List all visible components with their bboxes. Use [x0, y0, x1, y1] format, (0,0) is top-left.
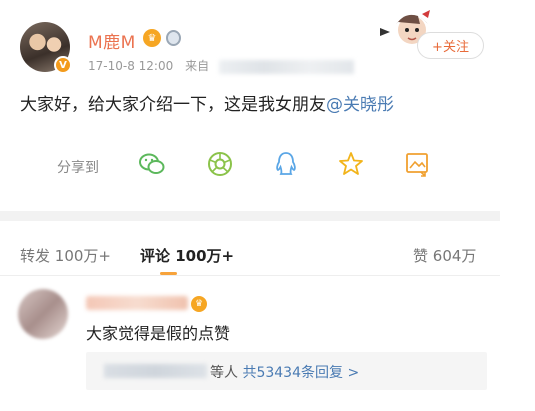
tab-likes[interactable]: 赞 604万 — [413, 245, 476, 266]
source-prefix: 来自 — [185, 59, 210, 73]
replies-summary: 等人 共53434条回复 > — [210, 362, 359, 382]
qq-icon[interactable] — [272, 150, 300, 178]
qzone-icon[interactable] — [337, 150, 365, 178]
tabs-divider — [0, 275, 500, 276]
crown-icon: ♛ — [143, 29, 161, 47]
blurred-commenter-name — [86, 296, 188, 310]
tab-count: 100万+ — [54, 247, 111, 265]
commenter-avatar[interactable] — [18, 289, 68, 339]
follow-button[interactable]: +关注 — [417, 32, 484, 59]
reply-suffix: 等人 — [210, 365, 238, 381]
post-date: 17-10-8 12:00 — [88, 59, 174, 73]
wechat-icon[interactable] — [138, 150, 166, 178]
tab-label: 评论 — [140, 247, 171, 265]
verified-badge: V — [54, 56, 72, 74]
section-divider — [0, 211, 500, 221]
replies-preview[interactable]: 等人 共53434条回复 > — [86, 352, 487, 390]
moments-icon[interactable] — [206, 150, 234, 178]
tab-comments[interactable]: 评论 100万+ — [140, 245, 234, 266]
interaction-tabs: 转发 100万+ 评论 100万+ 赞 604万 — [0, 232, 500, 275]
reply-count-link[interactable]: 共53434条回复 > — [242, 365, 359, 381]
screenshot-icon[interactable] — [403, 150, 431, 178]
tab-reposts[interactable]: 转发 100万+ — [20, 245, 111, 266]
medal-icon — [166, 30, 181, 46]
tab-count: 604万 — [432, 247, 477, 265]
post-text: 大家好，给大家介绍一下，这是我女朋友 — [20, 95, 326, 115]
weibo-post: V M鹿M ♛ 17-10-8 12:00 来自 +关注 大家好，给大家介绍一下… — [0, 0, 500, 210]
tab-label: 赞 — [413, 247, 429, 265]
post-content: 大家好，给大家介绍一下，这是我女朋友@关晓彤 — [20, 90, 394, 115]
comment-text: 大家觉得是假的点赞 — [86, 324, 231, 343]
blurred-source — [218, 59, 354, 74]
username[interactable]: M鹿M — [88, 28, 136, 53]
mention-link[interactable]: @关晓彤 — [326, 95, 394, 115]
blurred-replier-names — [104, 364, 207, 378]
crown-icon: ♛ — [191, 296, 207, 312]
post-meta: 17-10-8 12:00 来自 — [88, 57, 354, 74]
share-label: 分享到 — [57, 160, 99, 176]
tab-count: 100万+ — [175, 247, 235, 265]
tab-label: 转发 — [20, 247, 51, 265]
